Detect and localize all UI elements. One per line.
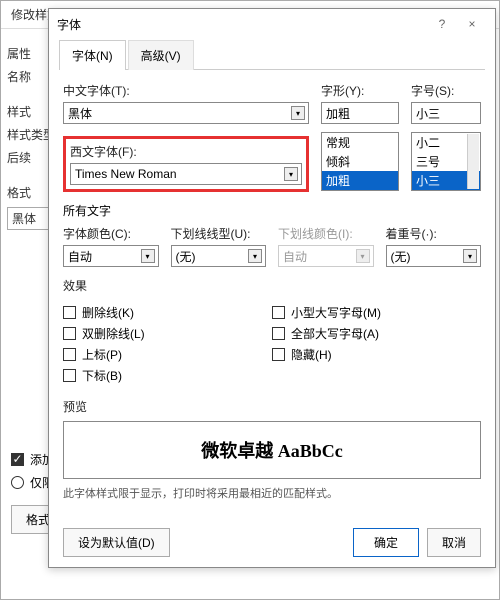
check-subscript[interactable]: 下标(B) xyxy=(63,367,272,384)
cancel-button[interactable]: 取消 xyxy=(427,528,481,557)
dialog-title: 字体 xyxy=(57,16,427,33)
style-input[interactable]: 加粗 xyxy=(321,102,399,124)
dialog-body: 中文字体(T): 黑体 ▾ 字形(Y): 加粗 字号(S): 小三 西文字体(F… xyxy=(49,70,495,523)
tab-advanced[interactable]: 高级(V) xyxy=(128,40,194,70)
label-underline-type: 下划线线型(U): xyxy=(171,225,267,242)
chevron-down-icon: ▾ xyxy=(356,249,370,263)
size-listbox[interactable]: 小二 三号 小三 xyxy=(411,132,481,191)
preview-box: 微软卓越 AaBbCc xyxy=(63,421,481,479)
help-button[interactable]: ? xyxy=(427,17,457,31)
tabstrip: 字体(N) 高级(V) xyxy=(59,39,485,70)
size-input[interactable]: 小三 xyxy=(411,102,481,124)
ok-button[interactable]: 确定 xyxy=(353,528,419,557)
label-cn-font: 中文字体(T): xyxy=(63,82,309,99)
chevron-down-icon: ▾ xyxy=(284,167,298,181)
preview-note: 此字体样式限于显示，打印时将采用最相近的匹配样式。 xyxy=(63,485,481,501)
label-all-text: 所有文字 xyxy=(63,202,481,219)
tab-font[interactable]: 字体(N) xyxy=(59,40,126,70)
list-item[interactable]: 加粗 xyxy=(322,171,398,190)
emphasis-select[interactable]: (无)▾ xyxy=(386,245,482,267)
underline-color-select: 自动▾ xyxy=(278,245,374,267)
chevron-down-icon: ▾ xyxy=(291,106,305,120)
label-west-font: 西文字体(F): xyxy=(70,143,302,160)
west-font-select[interactable]: Times New Roman ▾ xyxy=(70,163,302,185)
close-button[interactable]: × xyxy=(457,17,487,31)
chevron-down-icon: ▾ xyxy=(248,249,262,263)
effects-group: 删除线(K) 双删除线(L) 上标(P) 下标(B) 小型大写字母(M) 全部大… xyxy=(63,300,481,388)
style-listbox[interactable]: 常规 倾斜 加粗 xyxy=(321,132,399,191)
preview-title: 预览 xyxy=(63,398,481,415)
check-double-strike[interactable]: 双删除线(L) xyxy=(63,325,272,342)
font-color-select[interactable]: 自动▾ xyxy=(63,245,159,267)
label-emphasis: 着重号(·): xyxy=(386,225,482,242)
titlebar: 字体 ? × xyxy=(49,9,495,39)
underline-type-select[interactable]: (无)▾ xyxy=(171,245,267,267)
chevron-down-icon: ▾ xyxy=(141,249,155,263)
check-hidden[interactable]: 隐藏(H) xyxy=(272,346,481,363)
label-underline-color: 下划线颜色(I): xyxy=(278,225,374,242)
list-item[interactable]: 倾斜 xyxy=(322,152,398,171)
font-dialog: 字体 ? × 字体(N) 高级(V) 中文字体(T): 黑体 ▾ 字形(Y): … xyxy=(48,8,496,568)
check-superscript[interactable]: 上标(P) xyxy=(63,346,272,363)
cn-font-select[interactable]: 黑体 ▾ xyxy=(63,102,309,124)
effects-title: 效果 xyxy=(63,277,481,294)
set-default-button[interactable]: 设为默认值(D) xyxy=(63,528,170,557)
dialog-footer: 设为默认值(D) 确定 取消 xyxy=(63,528,481,557)
west-font-highlight: 西文字体(F): Times New Roman ▾ xyxy=(63,136,309,192)
scrollbar[interactable] xyxy=(467,134,479,189)
check-all-caps[interactable]: 全部大写字母(A) xyxy=(272,325,481,342)
label-size: 字号(S): xyxy=(411,82,481,99)
label-style: 字形(Y): xyxy=(321,82,399,99)
check-strikethrough[interactable]: 删除线(K) xyxy=(63,304,272,321)
label-font-color: 字体颜色(C): xyxy=(63,225,159,242)
list-item[interactable]: 常规 xyxy=(322,133,398,152)
check-small-caps[interactable]: 小型大写字母(M) xyxy=(272,304,481,321)
chevron-down-icon: ▾ xyxy=(463,249,477,263)
